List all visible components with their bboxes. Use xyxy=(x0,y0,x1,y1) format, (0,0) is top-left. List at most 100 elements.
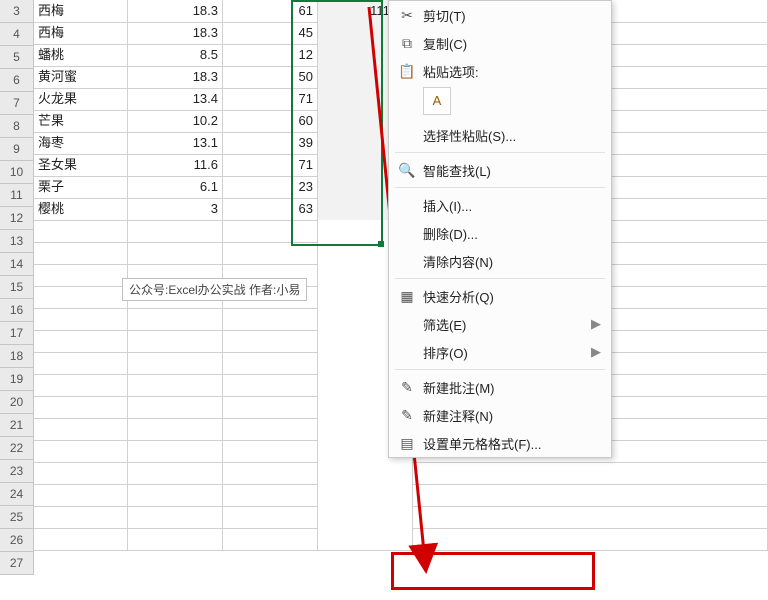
menu-filter[interactable]: 筛选(E) ▶ xyxy=(389,310,611,338)
cell[interactable] xyxy=(34,264,128,287)
row-header[interactable]: 6 xyxy=(0,69,34,92)
cell[interactable] xyxy=(34,286,128,309)
cell[interactable]: 西梅 xyxy=(34,0,128,23)
cell[interactable] xyxy=(318,462,413,485)
cell[interactable]: 海枣 xyxy=(34,132,128,155)
cell[interactable] xyxy=(223,528,318,551)
cell[interactable]: 23 xyxy=(223,176,318,199)
row-header[interactable]: 13 xyxy=(0,230,34,253)
cell[interactable] xyxy=(128,242,223,265)
cell[interactable]: 圣女果 xyxy=(34,154,128,177)
cell[interactable] xyxy=(318,484,413,507)
cell[interactable] xyxy=(128,220,223,243)
cell[interactable] xyxy=(128,506,223,529)
menu-new-comment[interactable]: ✎ 新建批注(M) xyxy=(389,373,611,401)
row-header[interactable]: 14 xyxy=(0,253,34,276)
cell[interactable] xyxy=(413,484,768,507)
row-header[interactable]: 22 xyxy=(0,437,34,460)
cell[interactable]: 60 xyxy=(223,110,318,133)
cell[interactable]: 18.3 xyxy=(128,0,223,23)
cell[interactable]: 芒果 xyxy=(34,110,128,133)
cell[interactable] xyxy=(413,462,768,485)
menu-delete[interactable]: 删除(D)... xyxy=(389,219,611,247)
menu-quick-analysis[interactable]: ▦ 快速分析(Q) xyxy=(389,282,611,310)
cell[interactable]: 西梅 xyxy=(34,22,128,45)
row-header[interactable]: 19 xyxy=(0,368,34,391)
cell[interactable] xyxy=(318,506,413,529)
cell[interactable] xyxy=(413,528,768,551)
row-header[interactable]: 9 xyxy=(0,138,34,161)
row-header[interactable]: 5 xyxy=(0,46,34,69)
cell[interactable] xyxy=(223,220,318,243)
row-header[interactable]: 16 xyxy=(0,299,34,322)
cell[interactable] xyxy=(128,462,223,485)
cell[interactable]: 12 xyxy=(223,44,318,67)
cell[interactable]: 栗子 xyxy=(34,176,128,199)
cell[interactable]: 11.6 xyxy=(128,154,223,177)
cell[interactable] xyxy=(128,440,223,463)
cell[interactable] xyxy=(223,308,318,331)
cell[interactable]: 10.2 xyxy=(128,110,223,133)
cell[interactable]: 63 xyxy=(223,198,318,221)
cell[interactable]: 蟠桃 xyxy=(34,44,128,67)
cell[interactable] xyxy=(128,528,223,551)
cell[interactable] xyxy=(34,440,128,463)
cell[interactable] xyxy=(318,528,413,551)
cell[interactable] xyxy=(223,440,318,463)
cell[interactable]: 71 xyxy=(223,88,318,111)
menu-cut[interactable]: ✂ 剪切(T) xyxy=(389,1,611,29)
row-header[interactable]: 15 xyxy=(0,276,34,299)
cell[interactable] xyxy=(223,418,318,441)
row-header[interactable]: 12 xyxy=(0,207,34,230)
cell[interactable] xyxy=(223,352,318,375)
cell[interactable] xyxy=(128,330,223,353)
cell[interactable] xyxy=(34,506,128,529)
cell[interactable] xyxy=(34,220,128,243)
row-header[interactable]: 11 xyxy=(0,184,34,207)
menu-insert[interactable]: 插入(I)... xyxy=(389,191,611,219)
cell[interactable] xyxy=(223,330,318,353)
cell[interactable] xyxy=(223,506,318,529)
cell[interactable]: 71 xyxy=(223,154,318,177)
row-header[interactable]: 20 xyxy=(0,391,34,414)
menu-clear[interactable]: 清除内容(N) xyxy=(389,247,611,275)
menu-paste-special[interactable]: 选择性粘贴(S)... xyxy=(389,121,611,149)
row-header[interactable]: 4 xyxy=(0,23,34,46)
cell[interactable] xyxy=(34,374,128,397)
cell[interactable] xyxy=(34,484,128,507)
row-header[interactable]: 26 xyxy=(0,529,34,552)
cell[interactable] xyxy=(223,242,318,265)
cell[interactable]: 火龙果 xyxy=(34,88,128,111)
cell[interactable] xyxy=(34,242,128,265)
cell[interactable]: 45 xyxy=(223,22,318,45)
row-header[interactable]: 8 xyxy=(0,115,34,138)
cell[interactable] xyxy=(223,484,318,507)
cell[interactable] xyxy=(34,396,128,419)
cell[interactable] xyxy=(34,528,128,551)
cell[interactable] xyxy=(223,462,318,485)
cell[interactable]: 50 xyxy=(223,66,318,89)
row-header[interactable]: 25 xyxy=(0,506,34,529)
menu-new-note[interactable]: ✎ 新建注释(N) xyxy=(389,401,611,429)
cell[interactable]: 13.4 xyxy=(128,88,223,111)
row-header[interactable]: 3 xyxy=(0,0,34,23)
cell[interactable] xyxy=(128,308,223,331)
menu-smart-lookup[interactable]: 🔍 智能查找(L) xyxy=(389,156,611,184)
row-header[interactable]: 18 xyxy=(0,345,34,368)
cell[interactable]: 61 xyxy=(223,0,318,23)
row-header[interactable]: 24 xyxy=(0,483,34,506)
cell[interactable] xyxy=(128,484,223,507)
cell[interactable] xyxy=(128,352,223,375)
cell[interactable] xyxy=(128,396,223,419)
cell[interactable]: 黄河蜜 xyxy=(34,66,128,89)
row-header[interactable]: 23 xyxy=(0,460,34,483)
row-header[interactable]: 21 xyxy=(0,414,34,437)
cell[interactable] xyxy=(128,418,223,441)
row-header[interactable]: 27 xyxy=(0,552,34,575)
cell[interactable] xyxy=(128,374,223,397)
row-header[interactable]: 7 xyxy=(0,92,34,115)
cell[interactable]: 3 xyxy=(128,198,223,221)
cell[interactable] xyxy=(34,418,128,441)
cell[interactable] xyxy=(34,462,128,485)
menu-format-cells[interactable]: ▤ 设置单元格格式(F)... xyxy=(389,429,611,457)
